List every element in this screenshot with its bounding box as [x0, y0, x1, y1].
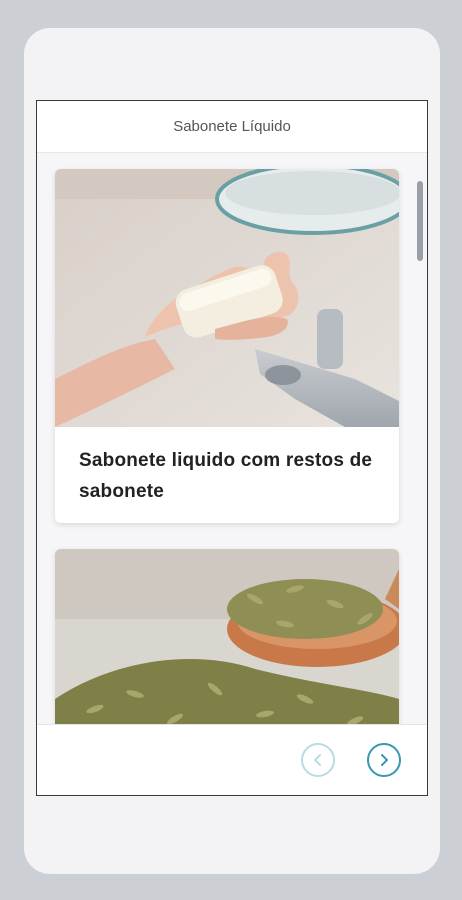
soap-bar-image [55, 169, 399, 427]
article-card[interactable]: Sabonete liquido com restos de sabonete [55, 169, 399, 523]
soap-hand-illustration [55, 169, 399, 427]
fennel-seeds-image [55, 549, 399, 725]
phone-frame: Sabonete Líquido Sabonete liquido com re… [24, 28, 440, 874]
content-list[interactable]: Sabonete liquido com restos de sabonete [37, 153, 427, 725]
card-title: Sabonete liquido com restos de sabonete [79, 450, 373, 502]
app-header: Sabonete Líquido [37, 101, 427, 153]
chevron-left-icon [314, 754, 321, 766]
previous-button[interactable] [301, 743, 335, 777]
chevron-right-icon [381, 754, 388, 766]
pager-footer [37, 724, 427, 795]
next-button[interactable] [367, 743, 401, 777]
scrollbar[interactable] [417, 181, 423, 261]
fennel-seeds-illustration [55, 549, 399, 725]
app-screen: Sabonete Líquido Sabonete liquido com re… [36, 100, 428, 796]
article-card[interactable] [55, 549, 399, 725]
page-title: Sabonete Líquido [173, 118, 291, 135]
